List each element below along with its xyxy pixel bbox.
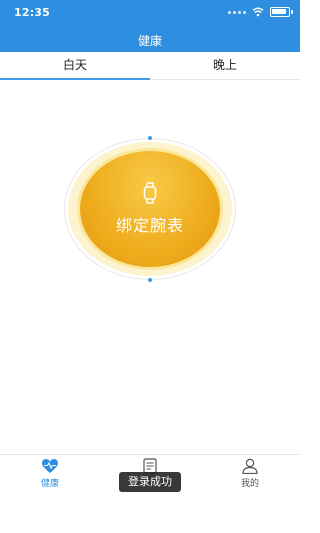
- user-icon: [242, 458, 258, 474]
- battery-icon: [270, 7, 293, 17]
- nav-item-health[interactable]: 健康: [0, 455, 100, 533]
- ring-dot-top: [148, 136, 152, 140]
- watch-icon: [143, 182, 157, 204]
- bind-watch-label: 绑定腕表: [115, 216, 184, 235]
- nav-label-health: 健康: [40, 479, 59, 489]
- ring-dot-bottom: [148, 278, 152, 282]
- signal-icon: [228, 10, 246, 14]
- nav-item-mine[interactable]: 我的: [200, 455, 300, 533]
- nav-item-report[interactable]: [100, 455, 200, 533]
- tab-day[interactable]: 白天: [0, 52, 150, 80]
- app-screen: 12:35 健康 白天 晚上 绑定腕表 健康 我的 登录成功: [0, 0, 300, 533]
- login-success-toast: 登录成功: [119, 472, 181, 492]
- status-time: 12:35: [14, 6, 51, 19]
- nav-label-mine: 我的: [240, 479, 259, 489]
- day-night-tabs: 白天 晚上: [0, 52, 300, 80]
- bind-watch-button[interactable]: 绑定腕表: [80, 151, 220, 267]
- bottom-nav: 健康 我的: [0, 454, 300, 533]
- status-icons: [228, 6, 293, 18]
- app-header: 12:35 健康: [0, 0, 300, 52]
- wifi-icon: [252, 7, 264, 17]
- heart-pulse-icon: [42, 459, 58, 473]
- tab-night[interactable]: 晚上: [150, 52, 300, 79]
- page-title: 健康: [137, 34, 162, 48]
